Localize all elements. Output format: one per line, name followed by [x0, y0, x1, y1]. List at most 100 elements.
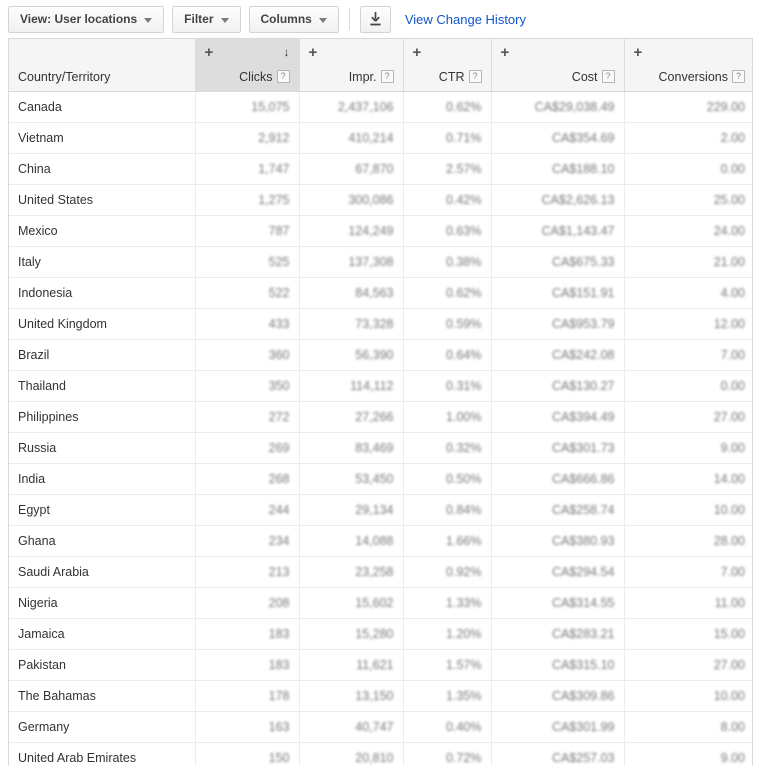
table-row[interactable]: Ghana 234 14,088 1.66% CA$380.93 28.00 [9, 525, 752, 557]
cell-cost: CA$354.69 [491, 122, 625, 154]
column-header-cost[interactable]: + Cost? [491, 39, 625, 92]
cell-ctr: 0.40% [403, 711, 492, 743]
table-row[interactable]: United Arab Emirates 150 20,810 0.72% CA$257… [9, 742, 752, 766]
cell-clicks: 163 [195, 711, 300, 743]
table-row[interactable]: Saudi Arabia 213 23,258 0.92% CA$294.54 7.00 [9, 556, 752, 588]
help-icon[interactable]: ? [601, 70, 615, 83]
cell-conv: 21.00 [624, 246, 752, 278]
cell-cost: CA$301.73 [491, 432, 625, 464]
column-header-country[interactable]: Country/Territory [9, 39, 196, 92]
cell-ctr: 0.50% [403, 463, 492, 495]
table-row[interactable]: Jamaica 183 15,280 1.20% CA$283.21 15.00 [9, 618, 752, 650]
column-header-clicks[interactable]: + ↓ Clicks? [195, 39, 300, 92]
cell-cost: CA$315.10 [491, 649, 625, 681]
table-row[interactable]: Mexico 787 124,249 0.63% CA$1,143.47 24.00 [9, 215, 752, 247]
cell-country: Canada [9, 91, 196, 123]
column-header-label: Clicks [239, 69, 273, 84]
table-row[interactable]: Egypt 244 29,134 0.84% CA$258.74 10.00 [9, 494, 752, 526]
table-row[interactable]: United States 1,275 300,086 0.42% CA$2,626.1… [9, 184, 752, 216]
table-row[interactable]: India 268 53,450 0.50% CA$666.86 14.00 [9, 463, 752, 495]
help-icon[interactable]: ? [276, 70, 290, 83]
cell-country: Germany [9, 711, 196, 743]
table-row[interactable]: United Kingdom 433 73,328 0.59% CA$953.79 12.… [9, 308, 752, 340]
table-row[interactable]: Russia 269 83,469 0.32% CA$301.73 9.00 [9, 432, 752, 464]
cell-country: Nigeria [9, 587, 196, 619]
cell-clicks: 272 [195, 401, 300, 433]
table-row[interactable]: Italy 525 137,308 0.38% CA$675.33 21.00 [9, 246, 752, 278]
table-row[interactable]: Philippines 272 27,266 1.00% CA$394.49 27.00 [9, 401, 752, 433]
cell-country: Saudi Arabia [9, 556, 196, 588]
cell-ctr: 0.62% [403, 277, 492, 309]
cell-conv: 15.00 [624, 618, 752, 650]
table-row[interactable]: Nigeria 208 15,602 1.33% CA$314.55 11.00 [9, 587, 752, 619]
cell-ctr: 1.00% [403, 401, 492, 433]
cell-cost: CA$666.86 [491, 463, 625, 495]
cell-clicks: 234 [195, 525, 300, 557]
cell-conv: 28.00 [624, 525, 752, 557]
cell-country: Pakistan [9, 649, 196, 681]
cell-impr: 410,214 [299, 122, 404, 154]
columns-label: Columns [260, 12, 312, 26]
help-icon[interactable]: ? [468, 70, 482, 83]
cell-impr: 124,249 [299, 215, 404, 247]
view-change-history-link[interactable]: View Change History [405, 12, 526, 27]
cell-impr: 56,390 [299, 339, 404, 371]
cell-cost: CA$314.55 [491, 587, 625, 619]
table-row[interactable]: Thailand 350 114,112 0.31% CA$130.27 0.00 [9, 370, 752, 402]
help-icon[interactable]: ? [380, 70, 394, 83]
table-row[interactable]: The Bahamas 178 13,150 1.35% CA$309.86 10.00 [9, 680, 752, 712]
columns-button[interactable]: Columns [248, 5, 339, 33]
table-row[interactable]: Pakistan 183 11,621 1.57% CA$315.10 27.00 [9, 649, 752, 681]
cell-cost: CA$151.91 [491, 277, 625, 309]
cell-conv: 24.00 [624, 215, 752, 247]
cell-country: Brazil [9, 339, 196, 371]
cell-clicks: 15,075 [195, 91, 300, 123]
table-row[interactable]: China 1,747 67,870 2.57% CA$188.10 0.00 [9, 153, 752, 185]
add-column-icon[interactable]: + [634, 45, 643, 60]
cell-conv: 9.00 [624, 742, 752, 766]
cell-country: The Bahamas [9, 680, 196, 712]
add-column-icon[interactable]: + [501, 45, 510, 60]
help-icon[interactable]: ? [732, 70, 745, 83]
table-row[interactable]: Canada 15,075 2,437,106 0.62% CA$29,038.49 22… [9, 91, 752, 123]
add-column-icon[interactable]: + [205, 45, 214, 60]
add-column-icon[interactable]: + [309, 45, 318, 60]
stats-table-container: Country/Territory + ↓ Clicks? + Impr.? + CTR? + C… [8, 38, 753, 766]
table-row[interactable]: Vietnam 2,912 410,214 0.71% CA$354.69 2.00 [9, 122, 752, 154]
cell-impr: 13,150 [299, 680, 404, 712]
column-header-label-wrap: Cost? [501, 70, 615, 84]
cell-clicks: 433 [195, 308, 300, 340]
cell-cost: CA$242.08 [491, 339, 625, 371]
view-selector-button[interactable]: View: User locations [8, 5, 165, 33]
cell-conv: 4.00 [624, 277, 752, 309]
cell-cost: CA$294.54 [491, 556, 625, 588]
cell-conv: 0.00 [624, 370, 752, 402]
download-button[interactable] [359, 5, 391, 33]
cell-ctr: 0.72% [403, 742, 492, 766]
add-column-icon[interactable]: + [413, 45, 422, 60]
column-header-ctr[interactable]: + CTR? [403, 39, 492, 92]
cell-country: Mexico [9, 215, 196, 247]
table-body: Canada 15,075 2,437,106 0.62% CA$29,038.49 22… [9, 91, 752, 766]
cell-impr: 114,112 [299, 370, 404, 402]
filter-button[interactable]: Filter [172, 5, 241, 33]
column-header-label-wrap: Impr.? [309, 70, 394, 84]
cell-ctr: 0.38% [403, 246, 492, 278]
cell-ctr: 0.92% [403, 556, 492, 588]
cell-clicks: 213 [195, 556, 300, 588]
cell-clicks: 525 [195, 246, 300, 278]
column-header-conv[interactable]: + Conversions? [624, 39, 752, 92]
cell-country: Ghana [9, 525, 196, 557]
table-row[interactable]: Indonesia 522 84,563 0.62% CA$151.91 4.00 [9, 277, 752, 309]
sort-descending-icon[interactable]: ↓ [284, 46, 290, 58]
cell-conv: 12.00 [624, 308, 752, 340]
cell-conv: 27.00 [624, 401, 752, 433]
column-header-controls: + [309, 44, 394, 60]
table-row[interactable]: Germany 163 40,747 0.40% CA$301.99 8.00 [9, 711, 752, 743]
table-row[interactable]: Brazil 360 56,390 0.64% CA$242.08 7.00 [9, 339, 752, 371]
cell-clicks: 360 [195, 339, 300, 371]
column-header-label: Conversions [658, 69, 728, 84]
cell-impr: 67,870 [299, 153, 404, 185]
cell-country: Philippines [9, 401, 196, 433]
column-header-impr[interactable]: + Impr.? [299, 39, 404, 92]
